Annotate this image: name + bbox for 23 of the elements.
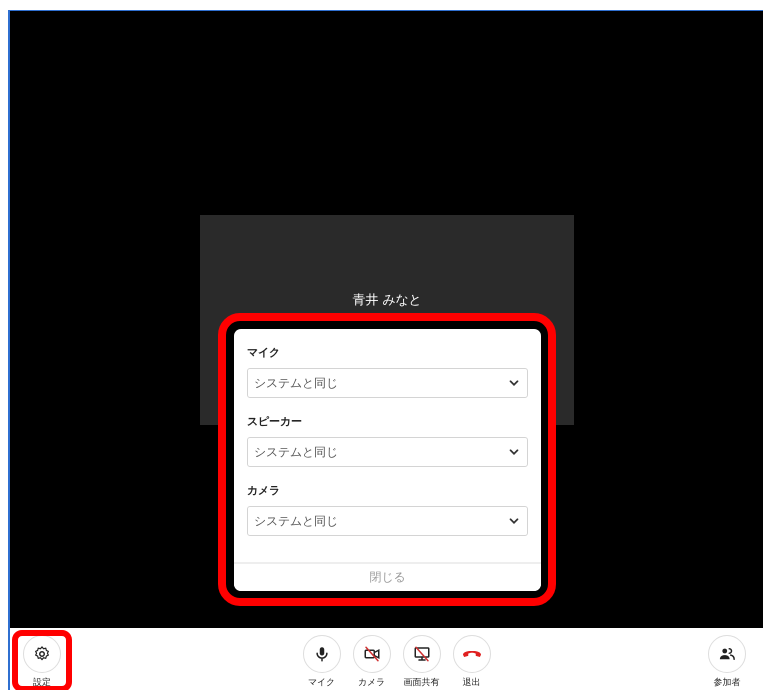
people-icon: [718, 645, 736, 663]
device-select[interactable]: システムと同じ: [247, 368, 528, 398]
settings-icon: [33, 645, 51, 663]
button-label: マイク: [308, 677, 335, 689]
microphone-button[interactable]: [302, 635, 340, 673]
phone-icon: [462, 651, 480, 657]
button-label: 参加者: [714, 676, 740, 689]
camera-button[interactable]: [352, 635, 390, 673]
field-label: スピーカー: [247, 414, 303, 429]
participant-name: 青井 みなと: [351, 292, 423, 309]
leave-button[interactable]: [452, 635, 490, 673]
field-label: マイク: [247, 345, 281, 360]
screen-share-button[interactable]: [402, 635, 440, 673]
field-label: カメラ: [247, 483, 281, 498]
highlight-frame: [12, 630, 72, 690]
button-label: 設定: [33, 676, 51, 689]
settings-button[interactable]: [23, 635, 61, 673]
device-select[interactable]: システムと同じ: [247, 506, 528, 536]
button-label: 退出: [462, 676, 480, 689]
device-select[interactable]: システムと同じ: [247, 437, 528, 467]
button-label: カメラ: [358, 677, 385, 689]
button-label: 画面共有: [404, 676, 440, 689]
participants-button[interactable]: [708, 635, 746, 673]
